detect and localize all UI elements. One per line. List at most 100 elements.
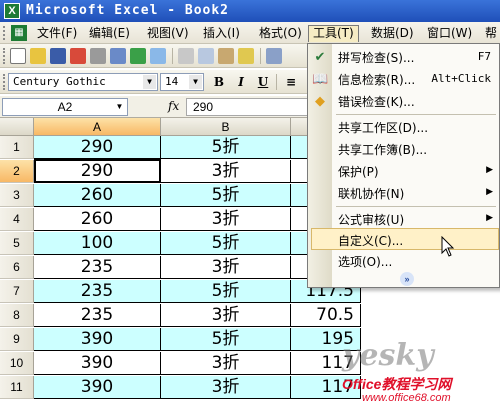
menubar-grip	[3, 26, 6, 40]
menu-item-online-collaboration[interactable]: 联机协作(N) ▶	[308, 182, 499, 204]
row-header[interactable]: 8	[0, 304, 34, 327]
chevron-right-icon: ▶	[486, 186, 493, 196]
row-header[interactable]: 2	[0, 160, 34, 183]
italic-button[interactable]: I	[232, 73, 250, 91]
name-box[interactable]: A2 ▼	[2, 98, 128, 116]
excel-icon: X	[4, 3, 20, 19]
toolbar-separator	[276, 74, 277, 90]
cell-a[interactable]: 260	[34, 208, 161, 231]
watermark-url: www.office68.com	[362, 392, 451, 404]
cell-a[interactable]: 290	[34, 136, 161, 159]
menu-item-error-check[interactable]: ◆ 错误检查(K)...	[308, 90, 499, 112]
cell-b[interactable]: 3折	[161, 304, 291, 327]
fx-icon[interactable]: fx	[168, 99, 179, 113]
cell-a[interactable]: 260	[34, 184, 161, 207]
menu-item-label: 公式审核(U)	[338, 213, 405, 227]
row-header[interactable]: 1	[0, 136, 34, 159]
cell-b[interactable]: 3折	[161, 376, 291, 399]
column-header-a[interactable]: A	[34, 118, 161, 136]
watermark: yesky Office教程学习网 www.office68.com	[322, 338, 498, 410]
menu-item-research[interactable]: 📖 信息检索(R)... Alt+Click	[308, 68, 499, 90]
menu-item-label: 保护(P)	[338, 165, 379, 179]
cell-c[interactable]: 70.5	[291, 304, 361, 327]
copy-icon[interactable]	[198, 48, 214, 64]
print-preview-icon[interactable]	[110, 48, 126, 64]
cell-b[interactable]: 5折	[161, 136, 291, 159]
menu-item-customize[interactable]: 自定义(C)...	[311, 228, 499, 250]
permission-icon[interactable]	[70, 48, 86, 64]
toolbar-grip	[3, 48, 6, 64]
bold-button[interactable]: B	[210, 73, 228, 91]
cell-b[interactable]: 3折	[161, 352, 291, 375]
menu-view[interactable]: 视图(V)	[142, 25, 194, 42]
menu-item-formula-auditing[interactable]: 公式审核(U) ▶	[308, 208, 499, 230]
chevron-down-icon[interactable]: ▼	[189, 75, 202, 89]
cell-a[interactable]: 390	[34, 328, 161, 351]
menu-item-label: 信息检索(R)...	[338, 73, 416, 87]
font-name-value: Century Gothic	[13, 75, 106, 88]
select-all-corner[interactable]	[0, 118, 34, 136]
research-icon[interactable]	[150, 48, 166, 64]
watermark-brand: yesky	[342, 338, 434, 373]
cell-b[interactable]: 3折	[161, 160, 291, 183]
menu-file[interactable]: 文件(F)	[32, 25, 82, 42]
menu-item-options[interactable]: 选项(O)...	[308, 250, 499, 272]
menu-data[interactable]: 数据(D)	[366, 25, 419, 42]
cell-b[interactable]: 3折	[161, 208, 291, 231]
cell-b[interactable]: 5折	[161, 280, 291, 303]
undo-icon[interactable]	[266, 48, 282, 64]
row-header[interactable]: 7	[0, 280, 34, 303]
cell-a[interactable]: 235	[34, 280, 161, 303]
chevron-double-down-icon[interactable]: »	[400, 272, 414, 286]
menu-item-shortcut: Alt+Click	[431, 72, 491, 85]
row-header[interactable]: 11	[0, 376, 34, 399]
menu-item-label: 错误检查(K)...	[338, 95, 415, 109]
font-name-select[interactable]: Century Gothic ▼	[8, 73, 158, 91]
title-bar: X Microsoft Excel - Book2	[0, 0, 500, 22]
cell-b[interactable]: 5折	[161, 328, 291, 351]
cell-b[interactable]: 3折	[161, 256, 291, 279]
menu-help[interactable]: 帮	[480, 25, 500, 42]
workbook-icon[interactable]: ▦	[11, 25, 27, 41]
menu-insert[interactable]: 插入(I)	[198, 25, 245, 42]
cell-a[interactable]: 235	[34, 256, 161, 279]
research-icon: 📖	[312, 71, 329, 86]
save-icon[interactable]	[50, 48, 66, 64]
menu-item-shared-workspace[interactable]: 共享工作区(D)...	[308, 116, 499, 138]
column-header-b[interactable]: B	[161, 118, 291, 136]
chevron-down-icon[interactable]: ▼	[113, 100, 126, 114]
print-icon[interactable]	[90, 48, 106, 64]
cell-a[interactable]: 235	[34, 304, 161, 327]
align-left-icon[interactable]: ≡	[282, 73, 300, 91]
menu-item-protection[interactable]: 保护(P) ▶	[308, 160, 499, 182]
mouse-cursor-icon	[441, 236, 455, 257]
cut-icon[interactable]	[178, 48, 194, 64]
row-header[interactable]: 3	[0, 184, 34, 207]
cell-b[interactable]: 5折	[161, 232, 291, 255]
new-icon[interactable]	[10, 48, 26, 64]
open-icon[interactable]	[30, 48, 46, 64]
menu-item-label: 共享工作区(D)...	[338, 121, 429, 135]
row-header[interactable]: 10	[0, 352, 34, 375]
row-header[interactable]: 4	[0, 208, 34, 231]
menu-item-shared-workbook[interactable]: 共享工作簿(B)...	[308, 138, 499, 160]
chevron-down-icon[interactable]: ▼	[143, 75, 156, 89]
row-header[interactable]: 5	[0, 232, 34, 255]
menu-item-spelling[interactable]: ✔ 拼写检查(S)... F7	[308, 46, 499, 68]
paste-icon[interactable]	[218, 48, 234, 64]
cell-a[interactable]: 290	[34, 160, 161, 183]
spelling-icon[interactable]	[130, 48, 146, 64]
underline-button[interactable]: U	[254, 73, 272, 91]
cell-a[interactable]: 390	[34, 352, 161, 375]
row-header[interactable]: 9	[0, 328, 34, 351]
row-header[interactable]: 6	[0, 256, 34, 279]
menu-edit[interactable]: 编辑(E)	[84, 25, 135, 42]
menu-tools[interactable]: 工具(T)	[308, 25, 359, 42]
menu-format[interactable]: 格式(O)	[254, 25, 307, 42]
cell-b[interactable]: 5折	[161, 184, 291, 207]
cell-a[interactable]: 100	[34, 232, 161, 255]
cell-a[interactable]: 390	[34, 376, 161, 399]
format-painter-icon[interactable]	[238, 48, 254, 64]
menu-window[interactable]: 窗口(W)	[422, 25, 477, 42]
font-size-select[interactable]: 14 ▼	[160, 73, 204, 91]
